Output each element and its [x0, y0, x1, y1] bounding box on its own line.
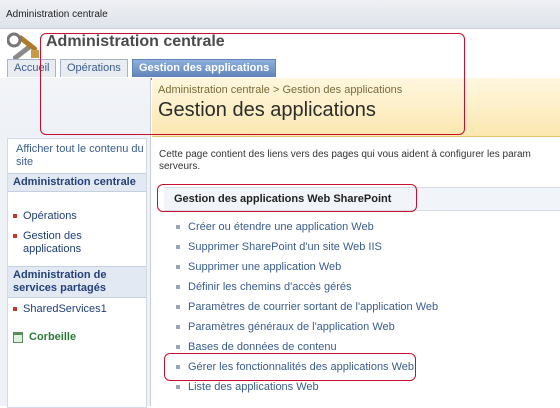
tab-gestion-applications[interactable]: Gestion des applications — [132, 59, 277, 77]
site-title: Administration centrale — [46, 33, 225, 50]
nav-item-sharedservices1[interactable]: SharedServices1 — [13, 303, 141, 316]
link-parametres-generaux[interactable]: Paramètres généraux de l'application Web — [176, 321, 395, 333]
site-header: Administration centrale Accueil Opératio… — [0, 29, 560, 80]
nav-heading-admin-centrale[interactable]: Administration centrale — [8, 173, 146, 192]
tab-accueil[interactable]: Accueil — [7, 59, 57, 77]
link-bases-donnees-contenu[interactable]: Bases de données de contenu — [176, 341, 337, 353]
nav-item-gestion-applications[interactable]: Gestion des applications — [13, 230, 141, 256]
page-title: Gestion des applications — [158, 99, 376, 121]
nav-item-operations[interactable]: Opérations — [13, 210, 141, 223]
link-liste-applications[interactable]: Liste des applications Web — [176, 381, 319, 393]
bullet-icon — [176, 285, 180, 290]
left-strip — [0, 78, 150, 136]
bullet-icon — [13, 307, 17, 312]
window-title: Administration centrale — [6, 9, 108, 20]
link-chemins-acces[interactable]: Définir les chemins d'accès gérés — [176, 281, 352, 293]
bullet-icon — [176, 365, 180, 370]
top-nav-tabs: Accueil Opérations Gestion des applicati… — [0, 58, 560, 80]
view-all-site-content-link[interactable]: Afficher tout le contenu du site — [16, 143, 144, 169]
bullet-icon — [13, 234, 17, 239]
bullet-icon — [176, 345, 180, 350]
tab-operations[interactable]: Opérations — [60, 59, 128, 77]
link-creer-etendre-application[interactable]: Créer ou étendre une application Web — [176, 221, 374, 233]
bullet-icon — [176, 225, 180, 230]
breadcrumb-separator: > — [272, 84, 280, 96]
bullet-icon — [176, 385, 180, 390]
link-courrier-sortant[interactable]: Paramètres de courrier sortant de l'appl… — [176, 301, 438, 313]
link-supprimer-sharepoint-iis[interactable]: Supprimer SharePoint d'un site Web IIS — [176, 241, 382, 253]
link-supprimer-application[interactable]: Supprimer une application Web — [176, 261, 341, 273]
nav-heading-services-partages[interactable]: Administration de services partagés — [8, 266, 146, 298]
bullet-icon — [176, 245, 180, 250]
bullet-icon — [176, 305, 180, 310]
section-header: Gestion des applications Web SharePoint — [164, 187, 560, 211]
quick-launch: Afficher tout le contenu du site Adminis… — [7, 138, 147, 408]
recycle-bin-link[interactable]: Corbeille — [13, 331, 76, 343]
page-title-banner: Administration centrale > Gestion des ap… — [152, 78, 560, 137]
bullet-icon — [176, 265, 180, 270]
window-titlebar: Administration centrale — [0, 0, 560, 29]
main-content: Cette page contient des liens vers des p… — [152, 137, 560, 406]
page-description: Cette page contient des liens vers des p… — [159, 149, 531, 172]
bullet-icon — [176, 325, 180, 330]
section-title: Gestion des applications Web SharePoint — [174, 193, 392, 205]
breadcrumb-current: Gestion des applications — [282, 84, 403, 96]
recycle-bin-icon — [13, 331, 23, 343]
bullet-icon — [13, 214, 17, 219]
breadcrumb: Administration centrale > Gestion des ap… — [158, 84, 402, 96]
breadcrumb-root-link[interactable]: Administration centrale — [158, 84, 270, 96]
link-gerer-fonctionnalites[interactable]: Gérer les fonctionnalités des applicatio… — [176, 361, 414, 373]
